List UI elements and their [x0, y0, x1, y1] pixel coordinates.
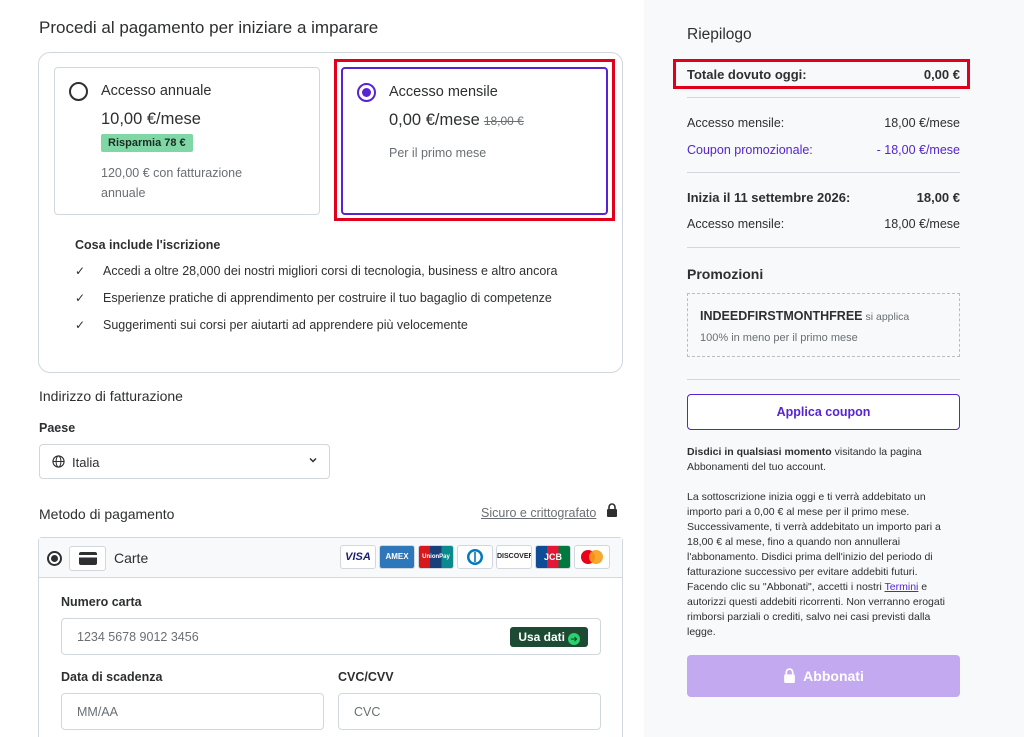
expiry-label: Data di scadenza	[61, 670, 163, 684]
use-data-button[interactable]: Usa dati ➜	[510, 627, 588, 647]
divider	[687, 97, 960, 98]
globe-icon	[52, 455, 65, 468]
monthly-access-label: Accesso mensile:	[687, 116, 785, 130]
visa-logo: VISA	[340, 545, 376, 569]
credit-card-icon	[69, 546, 106, 571]
lock-icon	[784, 668, 796, 683]
monthly-access-label: Accesso mensile:	[687, 217, 785, 231]
expiry-input[interactable]: MM/AA	[61, 693, 324, 730]
includes-item-text: Esperienze pratiche di apprendimento per…	[103, 291, 552, 305]
card-number-label: Numero carta	[61, 595, 142, 609]
country-label: Paese	[39, 421, 76, 435]
cancel-info-bold: Disdici in qualsiasi momento	[687, 446, 832, 458]
card-method-row[interactable]: Carte VISA AMEX UnionPay DISCOVER JCB	[39, 538, 622, 578]
includes-item-text: Suggerimenti sui corsi per aiutarti ad a…	[103, 318, 468, 332]
discover-logo: DISCOVER	[496, 545, 532, 569]
monthly-access-value: 18,00 €/mese	[884, 116, 960, 130]
includes-title: Cosa include l'iscrizione	[75, 238, 221, 252]
legal-text: La sottoscrizione inizia oggi e ti verrà…	[687, 490, 960, 640]
payment-method-title: Metodo di pagamento	[39, 506, 175, 522]
check-icon: ✓	[75, 318, 86, 332]
promo-applied: si applica	[865, 311, 910, 323]
arrow-right-icon: ➜	[568, 633, 580, 645]
total-highlight	[673, 59, 970, 89]
country-select[interactable]: Italia	[39, 444, 330, 479]
monthly-access-row-2: Accesso mensile: 18,00 €/mese	[687, 217, 960, 231]
plan-annual-name: Accesso annuale	[101, 83, 212, 99]
promotions-title: Promozioni	[687, 266, 764, 282]
divider	[687, 172, 960, 173]
legal-text-1: La sottoscrizione inizia oggi e ti verrà…	[687, 491, 941, 593]
promo-code: INDEEDFIRSTMONTHFREE si applica	[700, 309, 909, 323]
cvc-label: CVC/CVV	[338, 670, 394, 684]
starts-value: 18,00 €	[916, 190, 960, 205]
card-method-radio[interactable]	[47, 551, 62, 566]
selected-plan-highlight	[334, 59, 615, 221]
summary-panel: Riepilogo Totale dovuto oggi: 0,00 € Acc…	[644, 0, 1024, 737]
savings-badge: Risparmia 78 €	[101, 134, 193, 152]
card-number-input[interactable]: 1234 5678 9012 3456 Usa dati ➜	[61, 618, 601, 655]
subscribe-label: Abbonati	[803, 668, 864, 684]
coupon-label: Coupon promozionale:	[687, 143, 813, 157]
promo-description: 100% in meno per il primo mese	[700, 332, 858, 344]
amex-logo: AMEX	[379, 545, 415, 569]
promo-code-text: INDEEDFIRSTMONTHFREE	[700, 309, 863, 323]
expiry-placeholder: MM/AA	[77, 705, 118, 719]
chevron-down-icon	[309, 457, 317, 463]
plan-annual-note: 120,00 € con fatturazione annuale	[101, 166, 243, 200]
includes-item-text: Accedi a oltre 28,000 dei nostri miglior…	[103, 264, 558, 278]
card-method-label: Carte	[114, 550, 149, 566]
monthly-access-value: 18,00 €/mese	[884, 217, 960, 231]
promo-box: INDEEDFIRSTMONTHFREE si applica 100% in m…	[687, 293, 960, 357]
checkout-panel: Procedi al pagamento per iniziare a impa…	[0, 0, 644, 737]
monthly-access-row: Accesso mensile: 18,00 €/mese	[687, 116, 960, 130]
summary-title: Riepilogo	[687, 26, 752, 43]
country-value: Italia	[72, 455, 100, 470]
lock-icon	[607, 503, 617, 517]
payment-box: Carte VISA AMEX UnionPay DISCOVER JCB Nu…	[38, 537, 623, 737]
apply-coupon-button[interactable]: Applica coupon	[687, 394, 960, 430]
page-title: Procedi al pagamento per iniziare a impa…	[39, 18, 379, 37]
coupon-value: - 18,00 €/mese	[876, 143, 960, 157]
billing-title: Indirizzo di fatturazione	[39, 388, 183, 404]
jcb-logo: JCB	[535, 545, 571, 569]
divider	[687, 247, 960, 248]
includes-item: ✓ Accedi a oltre 28,000 dei nostri miglio…	[75, 264, 557, 278]
card-number-placeholder: 1234 5678 9012 3456	[77, 630, 199, 644]
diners-logo	[457, 545, 493, 569]
cancel-info: Disdici in qualsiasi momento visitando l…	[687, 445, 960, 475]
includes-item: ✓ Suggerimenti sui corsi per aiutarti ad …	[75, 318, 468, 332]
terms-link[interactable]: Termini	[885, 581, 919, 593]
check-icon: ✓	[75, 264, 86, 278]
starts-row: Inizia il 11 settembre 2026: 18,00 €	[687, 190, 960, 205]
cvc-input[interactable]: CVC	[338, 693, 601, 730]
use-data-label: Usa dati	[518, 630, 565, 644]
secure-link[interactable]: Sicuro e crittografato	[481, 506, 596, 520]
plan-annual-price: 10,00 €/mese	[101, 110, 201, 128]
divider	[687, 379, 960, 380]
coupon-row: Coupon promozionale: - 18,00 €/mese	[687, 143, 960, 157]
plan-card-annual[interactable]: Accesso annuale 10,00 €/mese Risparmia 7…	[54, 67, 320, 215]
cvc-placeholder: CVC	[354, 705, 381, 719]
subscribe-button[interactable]: Abbonati	[687, 655, 960, 697]
check-icon: ✓	[75, 291, 86, 305]
unionpay-logo: UnionPay	[418, 545, 454, 569]
starts-label: Inizia il 11 settembre 2026:	[687, 190, 851, 205]
plan-annual-radio[interactable]	[69, 82, 88, 101]
mastercard-logo	[574, 545, 610, 569]
includes-item: ✓ Esperienze pratiche di apprendimento pe…	[75, 291, 552, 305]
